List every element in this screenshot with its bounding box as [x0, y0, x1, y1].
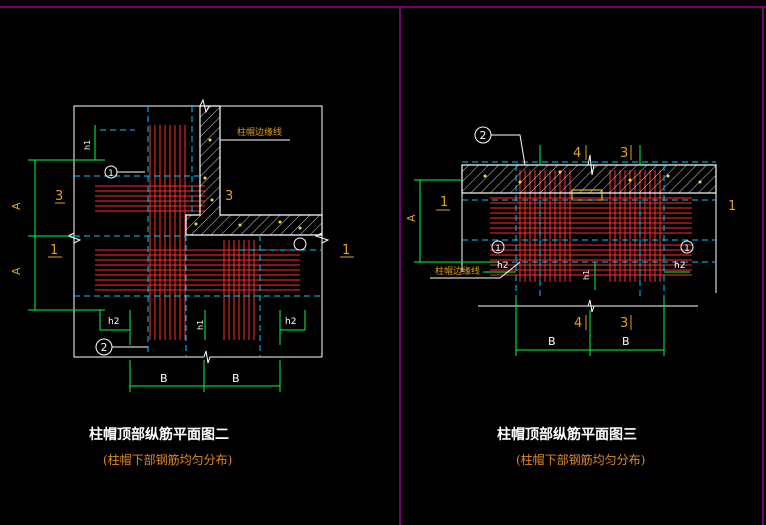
left-h1-bottom: h1	[196, 320, 205, 330]
right-label-1-right: 1	[728, 199, 736, 214]
right-h2-right: h2	[674, 261, 685, 271]
right-drawing-subtitle: (柱帽下部钢筋均匀分布)	[516, 453, 646, 467]
left-h1-top: h1	[83, 140, 92, 150]
left-h2-right: h2	[285, 317, 296, 327]
left-edge-note-text: 柱帽边缘线	[237, 126, 282, 138]
right-label-1-left: 1	[440, 195, 448, 210]
right-dim-b-left: B	[548, 335, 556, 348]
right-label-3-top: 3	[620, 146, 628, 161]
right-label-3-bottom: 3	[620, 316, 628, 331]
left-callout-1: 1	[104, 165, 145, 179]
right-callout-1-left: 1	[491, 240, 505, 254]
left-callout-2: 2	[95, 338, 148, 356]
left-label-3-left: 3	[55, 189, 63, 204]
right-h2-left: h2	[497, 261, 508, 271]
left-drawing-title: 柱帽顶部纵筋平面图二	[89, 427, 229, 443]
left-rebar-horizontal	[95, 185, 300, 291]
right-callout-1-right: 1	[680, 240, 694, 254]
right-label-4-top: 4	[573, 146, 581, 161]
right-dim-b-right: B	[622, 335, 630, 348]
right-edge-note-text: 柱帽边缘线	[435, 265, 480, 277]
left-dim-a-bottom: A	[10, 267, 23, 275]
left-dim-b-left: B	[160, 372, 168, 385]
right-callout-1-left-text: 1	[495, 244, 501, 254]
left-label-1-right: 1	[342, 243, 350, 258]
right-callout-2: 2	[474, 126, 526, 166]
cad-drawing-canvas: 1 2 柱帽边缘线 A A B B 3 3 1 1 h1 h1 h2 h2 2 …	[0, 6, 766, 525]
left-dimensions	[28, 125, 306, 392]
left-label-3-right: 3	[225, 189, 233, 204]
left-callout-right	[293, 237, 307, 251]
right-h1: h1	[582, 270, 591, 280]
right-drawing: 2 1 1 柱帽边缘线 A B B 1 1 4 3 4 3 h1 h2 h2	[405, 126, 736, 356]
left-label-1-left: 1	[50, 243, 58, 258]
left-drawing-subtitle: (柱帽下部钢筋均匀分布)	[103, 453, 233, 467]
left-edge-note: 柱帽边缘线	[220, 126, 290, 141]
right-cap-hatch	[461, 164, 717, 201]
sheet-frame	[0, 6, 766, 525]
right-callout-1-right-text: 1	[684, 244, 690, 254]
right-drawing-title: 柱帽顶部纵筋平面图三	[497, 427, 637, 443]
right-dim-a: A	[405, 214, 418, 222]
left-dim-b-right: B	[232, 372, 240, 385]
left-callout-2-text: 2	[101, 341, 108, 354]
left-h2-left: h2	[108, 317, 119, 327]
left-dim-a-top: A	[10, 202, 23, 210]
right-callout-2-text: 2	[480, 129, 487, 142]
left-callout-1-text: 1	[108, 169, 114, 179]
left-drawing: 1 2 柱帽边缘线 A A B B 3 3 1 1 h1 h1 h2 h2	[10, 98, 354, 392]
right-label-4-bottom: 4	[574, 316, 582, 331]
left-cap-hatch	[185, 105, 323, 236]
